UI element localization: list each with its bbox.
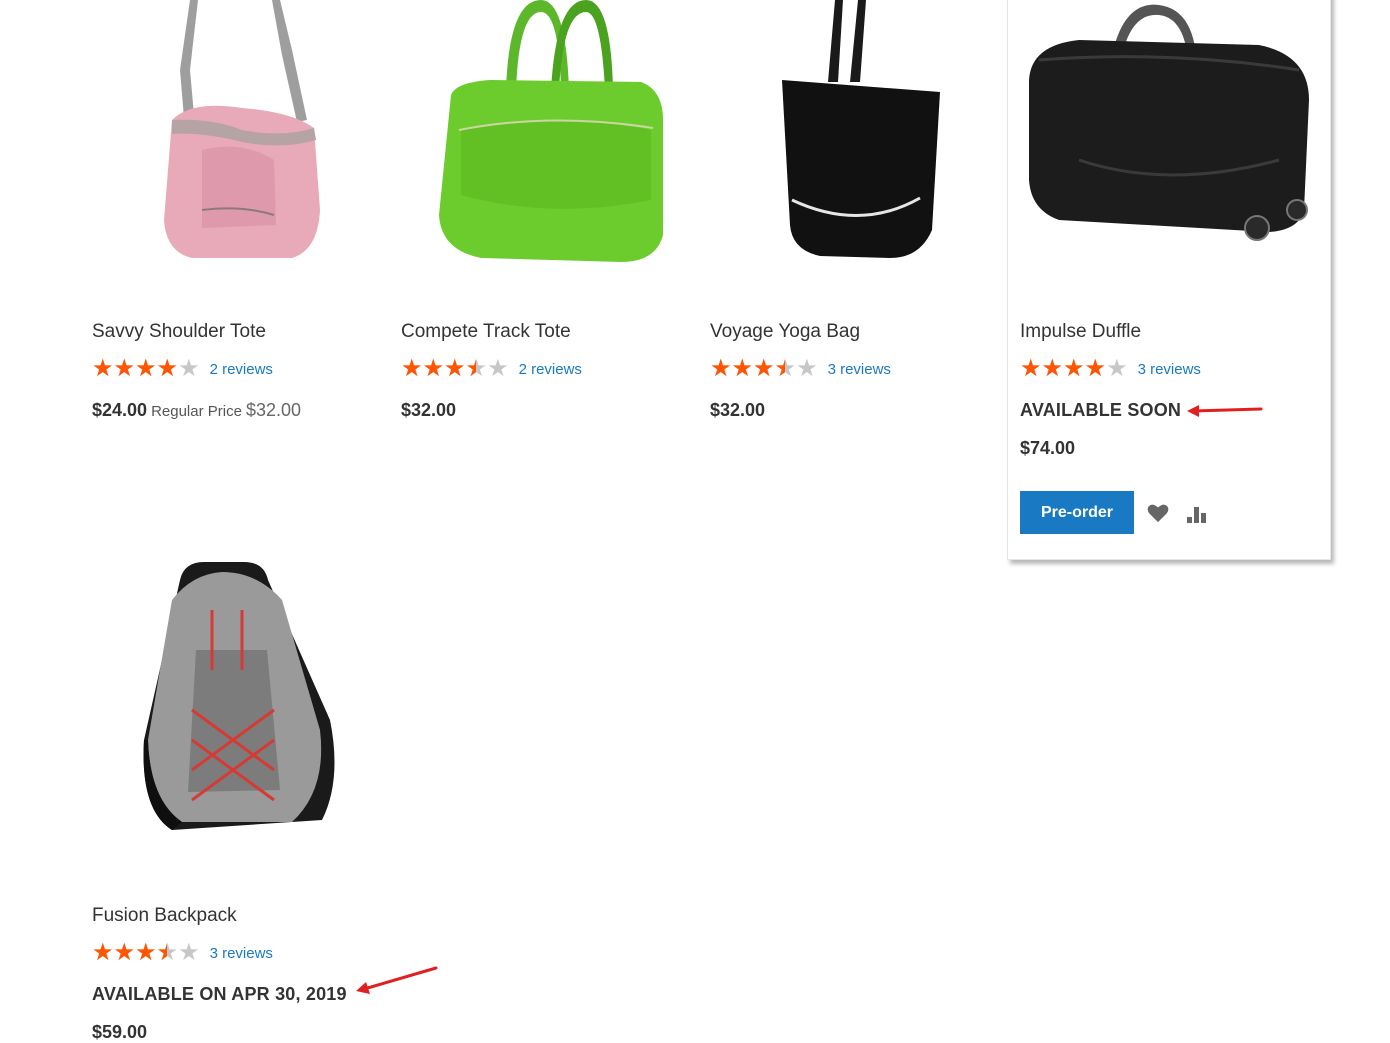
product-name[interactable]: Fusion Backpack [92, 905, 237, 927]
rating-stars: ★★★★★ ★★★★★ [401, 355, 509, 382]
regular-price-value: $32.00 [245, 400, 301, 420]
rating-stars: ★★★★★ ★★★★★ [92, 939, 200, 966]
product-name[interactable]: Savvy Shoulder Tote [92, 321, 266, 343]
product-name[interactable]: Voyage Yoga Bag [710, 321, 860, 343]
reviews-link[interactable]: 2 reviews [519, 361, 582, 378]
reviews-link[interactable]: 3 reviews [828, 361, 891, 378]
rating-stars: ★★★★★ ★★★★★ [710, 355, 818, 382]
product-image[interactable] [92, 0, 392, 290]
product-price: $74.00 [1020, 438, 1076, 458]
product-price: $32.00 [401, 400, 457, 420]
product-price: $24.00 Regular Price $32.00 [92, 400, 301, 421]
product-rating: ★★★★★ ★★★★★ 3 reviews [92, 941, 273, 965]
reviews-link[interactable]: 3 reviews [1138, 361, 1201, 378]
final-price: $24.00 [92, 400, 148, 420]
reviews-link[interactable]: 3 reviews [210, 945, 273, 962]
bar-chart-icon[interactable] [1187, 504, 1209, 529]
heart-icon[interactable] [1147, 503, 1169, 528]
reviews-link[interactable]: 2 reviews [210, 361, 273, 378]
product-image[interactable] [710, 0, 1010, 290]
product-price: $32.00 [710, 400, 766, 420]
annotation-arrow-icon [356, 966, 438, 994]
pre-order-button[interactable]: Pre-order [1020, 491, 1134, 534]
product-rating: ★★★★★ ★★★★★ 3 reviews [710, 357, 891, 381]
rating-stars: ★★★★★ ★★★★★ [92, 355, 200, 382]
product-rating: ★★★★★ ★★★★★ 2 reviews [92, 357, 273, 381]
annotation-arrow-icon [1187, 405, 1263, 417]
product-rating: ★★★★★ ★★★★★ 2 reviews [401, 357, 582, 381]
product-rating: ★★★★★ ★★★★★ 3 reviews [1020, 357, 1201, 381]
availability-status: AVAILABLE ON APR 30, 2019 [92, 984, 347, 1004]
regular-price-label: Regular Price [151, 403, 242, 420]
product-name[interactable]: Impulse Duffle [1020, 321, 1141, 343]
product-image[interactable] [1019, 0, 1319, 290]
product-image[interactable] [401, 0, 701, 290]
product-image[interactable] [92, 560, 392, 850]
availability-status: AVAILABLE SOON [1020, 400, 1182, 420]
rating-stars: ★★★★★ ★★★★★ [1020, 355, 1128, 382]
product-name[interactable]: Compete Track Tote [401, 321, 571, 343]
